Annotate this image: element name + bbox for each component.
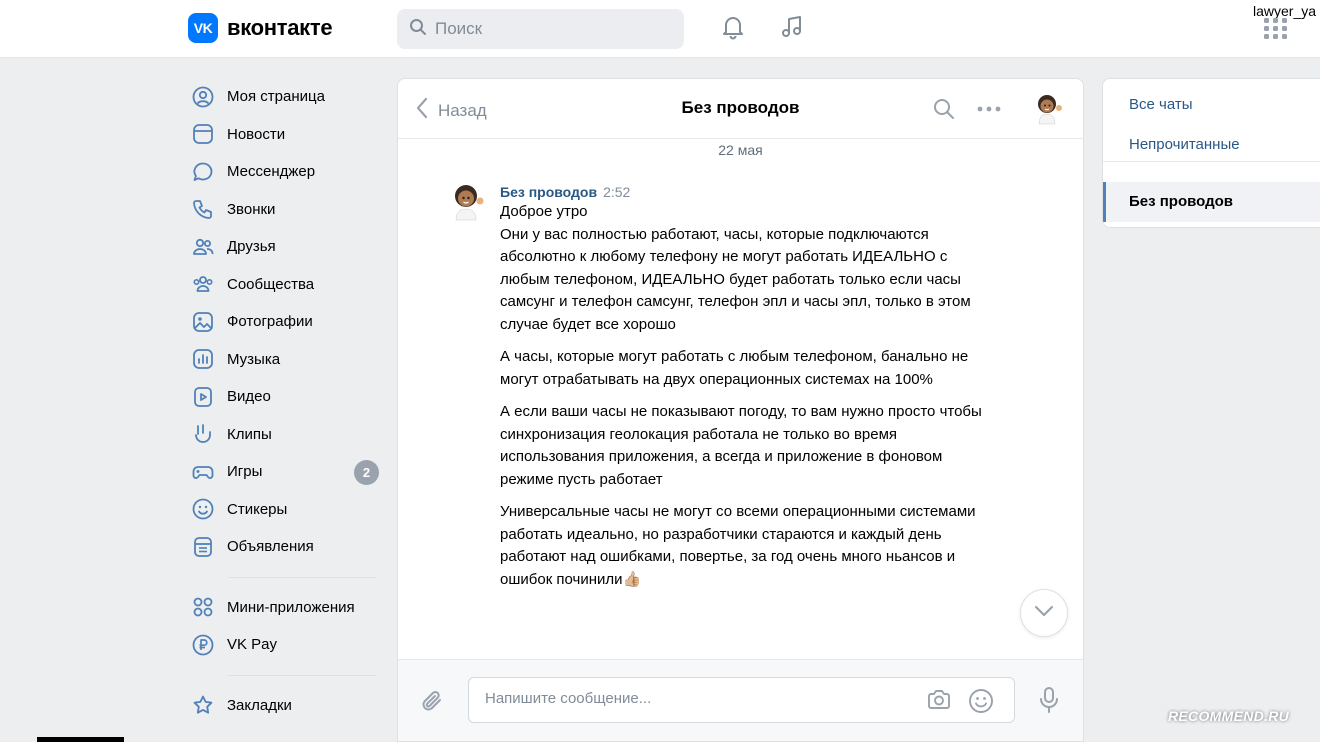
paperclip-icon[interactable] <box>420 688 446 721</box>
message-input[interactable] <box>485 690 905 707</box>
sidebar-item-label: Закладки <box>227 696 292 714</box>
active-chat-item[interactable]: Без проводов <box>1103 182 1320 222</box>
sidebar-item-friends[interactable]: Друзья <box>188 228 388 266</box>
music-note-icon[interactable] <box>777 12 807 42</box>
emoji-icon[interactable] <box>968 688 994 719</box>
sidebar-item-mini-apps[interactable]: Мини-приложения <box>188 589 388 627</box>
active-chat-label: Без проводов <box>1129 193 1234 210</box>
services-grid-icon[interactable] <box>1264 18 1288 45</box>
communities-icon <box>192 273 214 295</box>
message-paragraph: Они у вас полностью работают, часы, кото… <box>500 225 971 333</box>
sidebar-item-label: Стикеры <box>227 500 288 518</box>
message-paragraph: Универсальные часы не могут со всеми опе… <box>500 503 976 588</box>
vk-logo[interactable]: VK вконтакте <box>188 13 333 43</box>
chat-filter-panel: Все чаты Непрочитанные Без проводов <box>1102 78 1320 228</box>
chat-avatar[interactable] <box>1032 93 1064 130</box>
sidebar-item-games[interactable]: Игры 2 <box>188 453 388 491</box>
sidebar-item-stickers[interactable]: Стикеры <box>188 491 388 529</box>
sidebar-item-my-page[interactable]: Моя страница <box>188 78 388 116</box>
message-time: 2:52 <box>603 184 631 200</box>
message-author[interactable]: Без проводов <box>500 184 597 200</box>
classifieds-icon <box>192 536 214 558</box>
chat-header: Назад Без проводов <box>398 79 1083 139</box>
scroll-to-bottom-button[interactable] <box>1020 589 1068 637</box>
sidebar-item-label: Клипы <box>227 425 272 443</box>
sidebar-item-music[interactable]: Музыка <box>188 341 388 379</box>
panel-divider <box>1103 161 1320 162</box>
message-text: Доброе утро Они у вас полностью работают… <box>500 201 990 591</box>
sidebar-item-vk-pay[interactable]: VK Pay <box>188 626 388 664</box>
sidebar-item-label: VK Pay <box>227 636 278 654</box>
sidebar-item-classifieds[interactable]: Объявления <box>188 528 388 566</box>
sidebar-item-label: Новости <box>227 125 286 143</box>
smile-icon <box>192 498 214 520</box>
user-name[interactable]: lawyer_ya <box>1253 3 1316 19</box>
games-count-badge: 2 <box>354 460 379 485</box>
sidebar-item-label: Моя страница <box>227 88 325 106</box>
sidebar-item-label: Видео <box>227 388 271 406</box>
message-body: Без проводов 2:52 Доброе утро Они у вас п… <box>500 183 990 601</box>
date-separator: 22 мая <box>718 142 763 158</box>
notifications-bell-icon[interactable] <box>718 12 748 42</box>
photo-icon <box>192 311 214 333</box>
message-meta: Без проводов 2:52 <box>500 183 990 201</box>
recommend-watermark: RECOMMEND.RU <box>1168 708 1290 724</box>
star-icon <box>192 694 214 716</box>
sidebar-divider <box>228 674 376 676</box>
sidebar-item-communities[interactable]: Сообщества <box>188 266 388 304</box>
message-paragraph: А если ваши часы не показывают погоду, т… <box>500 403 982 488</box>
sidebar-item-label: Звонки <box>227 200 276 218</box>
sidebar-item-label: Мессенджер <box>227 163 316 181</box>
search-box[interactable] <box>397 9 684 49</box>
sidebar-item-bookmarks[interactable]: Закладки <box>188 687 388 725</box>
music-icon <box>192 348 214 370</box>
friends-icon <box>192 236 214 258</box>
news-icon <box>192 123 214 145</box>
filter-all-chats[interactable]: Все чаты <box>1129 96 1193 113</box>
sidebar-item-label: Сообщества <box>227 275 315 293</box>
search-input[interactable] <box>435 19 665 39</box>
clips-icon <box>192 423 214 445</box>
vk-logo-mark: VK <box>188 13 218 43</box>
sidebar-item-messenger[interactable]: Мессенджер <box>188 153 388 191</box>
bottom-bar <box>37 737 124 742</box>
search-icon <box>409 18 427 41</box>
chevron-down-icon <box>1034 604 1054 622</box>
sidebar-item-photos[interactable]: Фотографии <box>188 303 388 341</box>
microphone-icon[interactable] <box>1038 686 1060 719</box>
sidebar-item-news[interactable]: Новости <box>188 116 388 154</box>
apps-grid-icon <box>192 596 214 618</box>
video-icon <box>192 386 214 408</box>
message-composer <box>398 659 1083 741</box>
message-bubble-icon <box>192 161 214 183</box>
sidebar-item-label: Друзья <box>227 238 276 256</box>
sidebar-item-clips[interactable]: Клипы <box>188 416 388 454</box>
sidebar-item-label: Музыка <box>227 350 281 368</box>
search-in-chat-icon[interactable] <box>932 97 956 126</box>
message-greeting: Доброе утро <box>500 203 588 220</box>
sidebar-item-label: Объявления <box>227 538 314 556</box>
vk-logo-text: вконтакте <box>227 15 333 40</box>
message-input-box[interactable] <box>468 677 1015 723</box>
camera-icon[interactable] <box>926 688 952 717</box>
message-avatar[interactable] <box>448 183 486 226</box>
left-sidebar: Моя страница Новости Мессенджер Звонки Д… <box>188 78 388 724</box>
top-header: VK вконтакте lawyer_ya <box>0 0 1320 58</box>
sidebar-item-calls[interactable]: Звонки <box>188 191 388 229</box>
filter-unread[interactable]: Непрочитанные <box>1129 136 1240 153</box>
sidebar-item-label: Мини-приложения <box>227 598 355 616</box>
message-paragraph: А часы, которые могут работать с любым т… <box>500 348 969 388</box>
ruble-icon <box>192 634 214 656</box>
chat-panel: Назад Без проводов 22 мая Без проводов 2:… <box>397 78 1084 742</box>
more-options-icon[interactable] <box>976 97 1002 126</box>
sidebar-item-label: Фотографии <box>227 313 313 331</box>
sidebar-divider <box>228 576 376 578</box>
user-circle-icon <box>192 86 214 108</box>
sidebar-item-video[interactable]: Видео <box>188 378 388 416</box>
phone-icon <box>192 198 214 220</box>
gamepad-icon <box>192 461 214 483</box>
sidebar-item-label: Игры <box>227 463 263 481</box>
